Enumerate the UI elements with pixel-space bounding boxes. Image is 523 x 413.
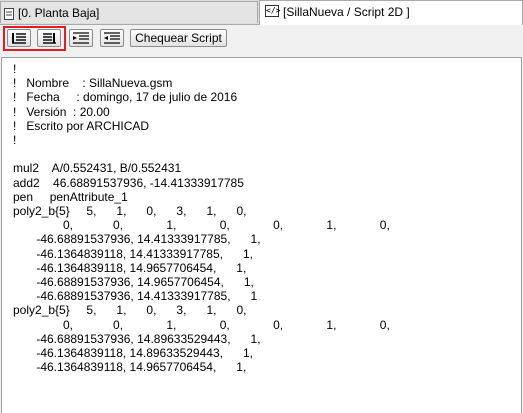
- script-2d-icon: </>: [265, 4, 281, 17]
- code-line: 0, 0, 1, 0, 0, 1, 0,: [13, 317, 390, 332]
- tab-label: [0. Planta Baja]: [18, 5, 100, 20]
- tab-floor-plan[interactable]: [0. Planta Baja]: [0, 1, 258, 23]
- code-line: -46.1364839118, 14.89633529443, 1,: [13, 346, 253, 360]
- script-editor[interactable]: !! Nombre : SillaNueva.gsm! Fecha : domi…: [1, 57, 522, 413]
- code-line: !: [13, 133, 17, 147]
- check-script-button[interactable]: Chequear Script: [130, 29, 227, 47]
- indent-right-icon: [73, 32, 89, 44]
- code-line: -46.1364839118, 14.9657706454, 1,: [13, 360, 247, 375]
- code-line: -46.1364839118, 14.9657706454, 1,: [13, 260, 247, 275]
- tab-strip: [0. Planta Baja] </> [SillaNueva / Script…: [0, 0, 523, 25]
- tab-label: [SillaNueva / Script 2D ]: [283, 4, 410, 19]
- code-line: -46.68891537936, 14.41333917785, 1,: [13, 232, 261, 247]
- code-line: -46.1364839118, 14.41333917785, 1,: [13, 246, 253, 261]
- code-line: add2 46.68891537936, -14.41333917785: [13, 175, 244, 190]
- script-toolbar: Chequear Script: [0, 25, 523, 54]
- code-line: ! Nombre : SillaNueva.gsm: [13, 76, 173, 91]
- outdent-button[interactable]: [100, 29, 124, 47]
- code-line: mul2 A/0.552431, B/0.552431: [13, 161, 182, 176]
- code-line: poly2_b{5} 5, 1, 0, 3, 1, 0,: [13, 303, 247, 318]
- code-line: ! Escrito por ARCHICAD: [13, 118, 150, 133]
- highlight-annotation-box: [3, 26, 66, 51]
- code-line: poly2_b{5} 5, 1, 0, 3, 1, 0,: [13, 204, 247, 218]
- code-line: 0, 0, 1, 0, 0, 1, 0,: [13, 218, 390, 233]
- code-line: ! Fecha : domingo, 17 de julio de 2016: [13, 90, 238, 105]
- code-line: -46.68891537936, 14.89633529443, 1,: [13, 331, 261, 346]
- floor-plan-icon: [4, 6, 14, 20]
- tab-script-2d[interactable]: </> [SillaNueva / Script 2D ]: [259, 0, 523, 25]
- code-line: -46.68891537936, 14.41333917785, 1: [13, 289, 258, 304]
- code-line: ! Versión : 20.00: [13, 104, 110, 119]
- code-line: pen penAttribute_1: [13, 189, 128, 204]
- indent-right-button[interactable]: [69, 29, 93, 47]
- outdent-icon: [104, 32, 120, 44]
- code-line: -46.68891537936, 14.9657706454, 1,: [13, 275, 254, 289]
- code-line: !: [13, 62, 17, 76]
